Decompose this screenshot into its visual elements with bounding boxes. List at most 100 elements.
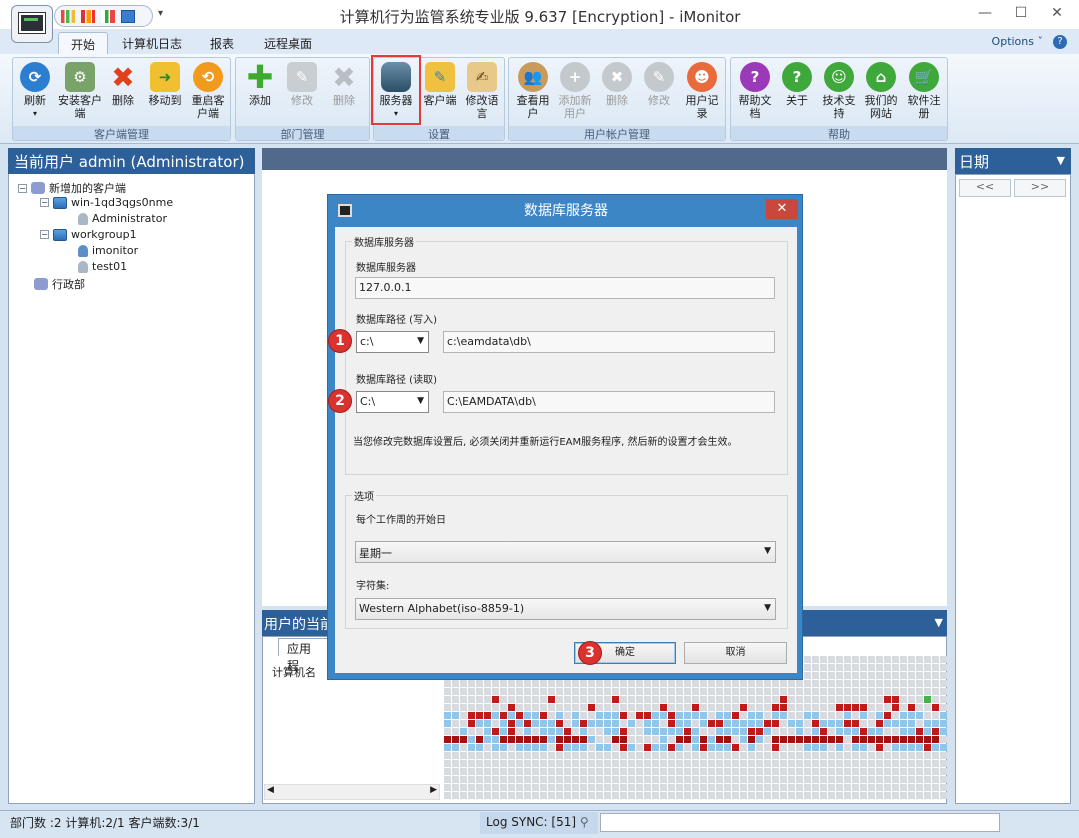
collapse-icon[interactable]: − — [18, 183, 27, 193]
activity-cell — [572, 768, 579, 775]
activity-cell — [564, 720, 571, 727]
activity-cell — [836, 680, 843, 687]
week-start-select[interactable]: 星期一 ▼ — [355, 541, 776, 563]
activity-cell — [516, 792, 523, 799]
horizontal-scrollbar[interactable]: ◀ ▶ — [264, 784, 440, 800]
add-department-button[interactable]: ✚ 添加 — [240, 61, 280, 108]
activity-cell — [916, 664, 923, 671]
about-button[interactable]: ? 关于 — [777, 62, 817, 107]
website-button[interactable]: ⌂ 我们的网站 — [861, 62, 901, 120]
help-docs-button[interactable]: ? 帮助文档 — [735, 62, 775, 120]
dialog-close-button[interactable]: ✕ — [766, 199, 798, 219]
activity-cell — [604, 776, 611, 783]
about-label: 关于 — [786, 94, 808, 107]
app-menu-button[interactable] — [11, 5, 53, 43]
write-path-field[interactable]: c:\eamdata\db\ — [443, 331, 775, 353]
current-user-header[interactable]: 当前用户 admin (Administrator) ▼ — [8, 148, 255, 189]
register-button[interactable]: 🛒 软件注册 — [904, 62, 944, 120]
activity-cell — [508, 720, 515, 727]
maximize-button[interactable]: ☐ — [1003, 0, 1039, 28]
screen-icon[interactable] — [121, 9, 135, 23]
prev-button[interactable]: << — [959, 179, 1011, 197]
activity-cell — [500, 744, 507, 751]
activity-cell — [572, 696, 579, 703]
read-path-field[interactable]: C:\EAMDATA\db\ — [443, 391, 775, 413]
activity-cell — [916, 752, 923, 759]
delete-client-button[interactable]: ✖ 删除 — [103, 62, 143, 107]
status-search-field[interactable] — [600, 813, 1000, 832]
activity-cell — [612, 792, 619, 799]
install-client-button[interactable]: ⚙ 安装客户端 — [58, 62, 102, 120]
chevron-down-icon[interactable]: ▼ — [935, 616, 943, 629]
tab-start[interactable]: 开始 — [58, 32, 109, 54]
tree-node-new-clients[interactable]: − 新增加的客户端 — [18, 180, 126, 196]
collapse-icon[interactable]: − — [40, 198, 49, 207]
activity-cell — [796, 744, 803, 751]
tab-reports[interactable]: 报表 — [198, 32, 246, 54]
activity-cell — [852, 752, 859, 759]
activity-cell — [444, 704, 451, 711]
next-button[interactable]: >> — [1014, 179, 1066, 197]
client-settings-button[interactable]: ✎ 客户端 — [420, 62, 460, 107]
search-icon[interactable]: ⚲ — [580, 815, 589, 829]
activity-cell — [940, 752, 947, 759]
scroll-right-icon[interactable]: ▶ — [430, 785, 437, 795]
activity-cell — [468, 728, 475, 735]
tab-computer-log[interactable]: 计算机日志 — [110, 32, 194, 54]
tree-node-workgroup1[interactable]: − workgroup1 — [40, 228, 137, 241]
activity-cell — [628, 744, 635, 751]
activity-cell — [860, 792, 867, 799]
activity-cell — [804, 704, 811, 711]
activity-cell — [908, 688, 915, 695]
signal-chart-icon[interactable] — [101, 9, 115, 23]
tab-applications[interactable]: 应用程 — [278, 638, 330, 673]
activity-cell — [684, 768, 691, 775]
charset-select[interactable]: Western Alphabet(iso-8859-1) ▼ — [355, 598, 776, 620]
options-menu[interactable]: Options ˇ — [992, 35, 1043, 48]
activity-cell — [932, 768, 939, 775]
activity-cell — [508, 728, 515, 735]
tree-node-test01[interactable]: test01 — [78, 260, 127, 273]
move-to-button[interactable]: ➜ 移动到 — [143, 62, 187, 107]
activity-cell — [580, 720, 587, 727]
date-header[interactable]: 日期 ▼ — [955, 148, 1071, 174]
view-users-button[interactable]: 👥 查看用户 — [513, 62, 553, 120]
activity-cell — [940, 680, 947, 687]
cancel-button[interactable]: 取消 — [684, 642, 787, 664]
activity-cell — [564, 784, 571, 791]
close-button[interactable]: ✕ — [1039, 0, 1075, 28]
tab-remote-desktop[interactable]: 远程桌面 — [252, 32, 324, 54]
activity-cell — [500, 728, 507, 735]
scroll-left-icon[interactable]: ◀ — [267, 785, 274, 795]
change-language-button[interactable]: ✍ 修改语言 — [462, 62, 502, 120]
customize-qat-dropdown[interactable]: ▾ — [158, 8, 170, 22]
bar-chart-icon[interactable] — [61, 9, 75, 23]
activity-cell — [708, 784, 715, 791]
group-label: 部门管理 — [236, 126, 369, 141]
collapse-icon[interactable]: − — [40, 230, 49, 239]
activity-cell — [900, 672, 907, 679]
column-computer-name[interactable]: 计算机名 — [272, 664, 316, 680]
read-drive-select[interactable]: C:\ ▼ — [356, 391, 429, 413]
column-chart-icon[interactable] — [81, 9, 95, 23]
activity-cell — [620, 776, 627, 783]
tech-support-button[interactable]: ☺ 技术支持 — [819, 62, 859, 120]
tree-node-admin-dept[interactable]: 行政部 — [34, 276, 85, 292]
restart-client-button[interactable]: ⟲ 重启客户端 — [188, 62, 228, 120]
activity-cell — [940, 712, 947, 719]
refresh-button[interactable]: ⟳ 刷新 ▾ — [15, 62, 55, 120]
tree-node-imonitor[interactable]: imonitor — [78, 244, 138, 257]
write-drive-select[interactable]: c:\ ▼ — [356, 331, 429, 353]
tree-node-administrator[interactable]: Administrator — [78, 212, 167, 225]
help-icon[interactable]: ? — [1053, 35, 1067, 49]
server-field[interactable]: 127.0.0.1 — [355, 277, 775, 299]
activity-cell — [844, 680, 851, 687]
minimize-button[interactable]: — — [967, 0, 1003, 28]
tree-node-win[interactable]: − win-1qd3qgs0nme — [40, 196, 173, 209]
activity-cell — [524, 768, 531, 775]
activity-cell — [708, 760, 715, 767]
user-records-button[interactable]: ☻ 用户记录 — [682, 62, 722, 120]
activity-cell — [548, 744, 555, 751]
activity-cell — [604, 768, 611, 775]
activity-cell — [820, 736, 827, 743]
